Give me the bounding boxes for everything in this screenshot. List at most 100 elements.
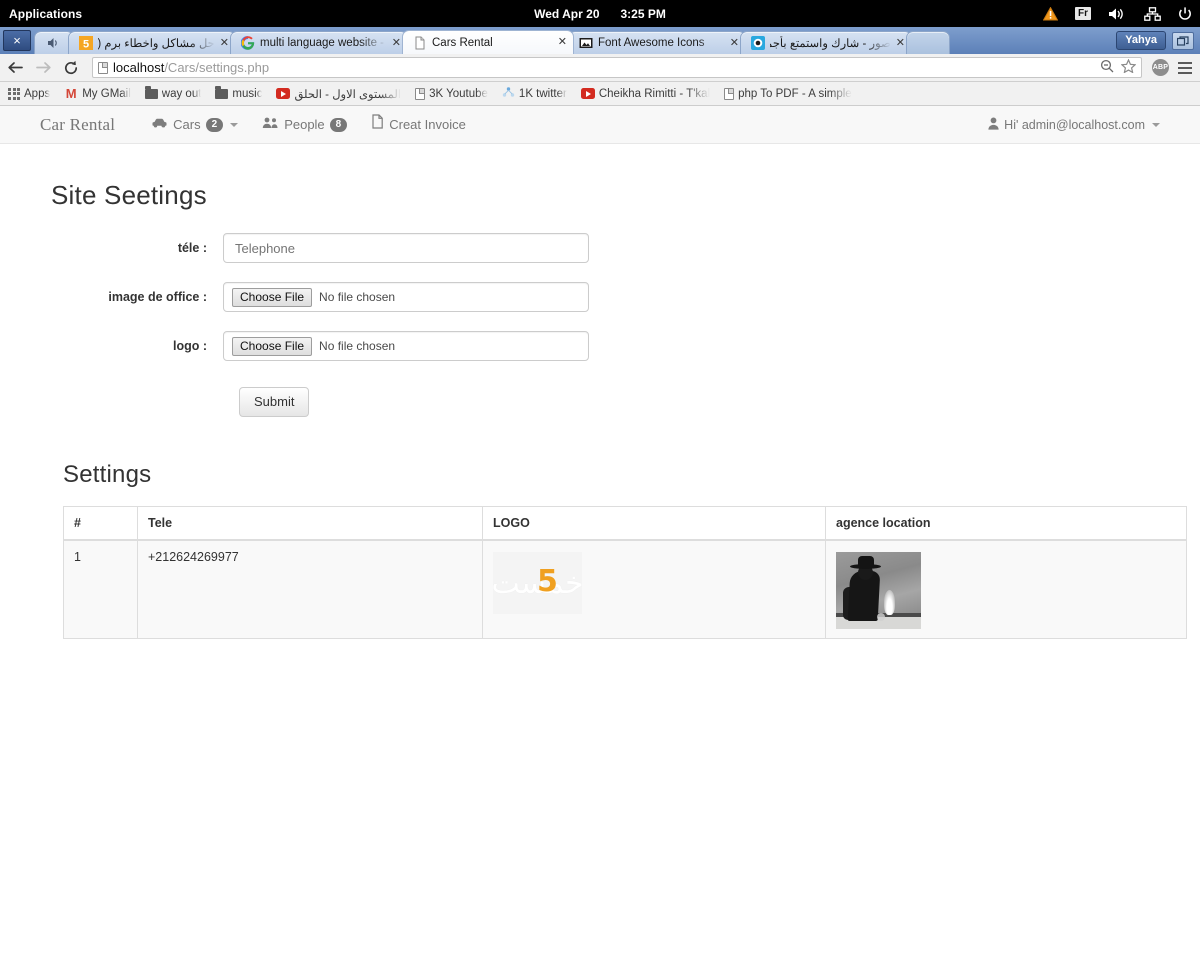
bookmark-mustawa-alawal[interactable]: المستوى الاول - الحلق	[276, 87, 401, 101]
submit-row: Submit	[223, 387, 1162, 417]
page-content: Site Seetings téle : image de office : C…	[25, 180, 1187, 639]
url-path: /Cars/settings.php	[164, 60, 270, 75]
applications-menu[interactable]: Applications	[0, 7, 82, 21]
svg-text:5: 5	[83, 38, 89, 50]
os-time: 3:25 PM	[620, 6, 666, 21]
bookmark-cheikha-rimitti[interactable]: Cheikha Rimitti - T'kal	[580, 88, 710, 100]
close-icon[interactable]: ✕	[730, 37, 739, 49]
folder-icon	[215, 86, 229, 99]
forward-button[interactable]	[34, 60, 52, 75]
logo-label: logo :	[172, 339, 207, 353]
page-viewport: Car Rental Cars 2 People 8 Creat Invoice…	[0, 106, 1200, 960]
os-date: Wed Apr 20	[534, 6, 600, 21]
bookmark-label: 3K Youtube	[429, 87, 488, 100]
bookmark-apps[interactable]: Apps	[8, 87, 50, 100]
photos-icon	[751, 36, 765, 50]
nav-item-cars[interactable]: Cars 2	[139, 106, 250, 144]
form-row-logo: logo : Choose File No file chosen	[38, 331, 1162, 361]
bookmark-way-out[interactable]: way out	[144, 86, 201, 100]
bookmark-music[interactable]: music	[215, 86, 263, 100]
logo-file-input[interactable]: Choose File No file chosen	[223, 331, 589, 361]
choose-file-button[interactable]: Choose File	[232, 336, 313, 356]
document-icon	[724, 87, 735, 100]
zoom-icon[interactable]	[1100, 59, 1114, 76]
power-icon[interactable]	[1178, 6, 1192, 21]
submit-button[interactable]: Submit	[239, 387, 310, 417]
office-image-file-input[interactable]: Choose File No file chosen	[223, 282, 589, 312]
os-top-panel: Applications Wed Apr 20 3:25 PM Fr	[0, 0, 1200, 27]
cell-tele: +212624269977	[137, 539, 483, 639]
twitter-dots-icon	[502, 86, 515, 101]
nav-badge-cars: 2	[205, 117, 224, 132]
browser-tab-title: Font Awesome Icons	[598, 37, 705, 49]
bookmark-label: 1K twitter	[518, 87, 567, 100]
bookmark-3k-youtube[interactable]: 3K Youtube	[415, 87, 488, 100]
browser-toolbar: localhost/Cars/settings.php ABP	[0, 54, 1200, 82]
browser-tab[interactable]: Font Awesome Icons ✕	[568, 31, 746, 54]
browser-tab-title: Cars Rental	[432, 36, 493, 49]
browser-tab[interactable]: 5 حل مشاكل واخطاء برم (9) ✕	[68, 31, 236, 54]
image-icon	[579, 36, 593, 50]
os-clock[interactable]: Wed Apr 20 3:25 PM	[0, 7, 1200, 21]
tele-label: téle :	[177, 241, 207, 255]
table-row: 1 +212624269977 خمست 5	[63, 539, 1187, 639]
document-icon	[413, 36, 427, 50]
bookmark-php-to-pdf[interactable]: php To PDF - A simple	[724, 87, 852, 100]
brand-link[interactable]: Car Rental	[40, 115, 115, 135]
photo-flame	[884, 590, 895, 615]
network-icon[interactable]	[1144, 6, 1161, 21]
browser-profile-chip[interactable]: Yahya	[1116, 31, 1166, 50]
volume-icon[interactable]	[1108, 7, 1127, 21]
adblock-plus-icon[interactable]: ABP	[1152, 59, 1169, 76]
chevron-down-icon	[1152, 122, 1160, 127]
url-text: localhost/Cars/settings.php	[113, 60, 269, 75]
close-icon[interactable]: ✕	[558, 37, 567, 48]
bookmark-1k-twitter[interactable]: 1K twitter	[502, 86, 567, 101]
user-menu[interactable]: Hi' admin@localhost.com	[988, 117, 1160, 133]
google-icon	[240, 36, 255, 50]
photo-hand	[877, 613, 885, 621]
hamburger-menu-icon[interactable]	[1178, 61, 1192, 74]
new-tab-button[interactable]	[906, 31, 950, 54]
nav-item-people[interactable]: People 8	[250, 106, 359, 144]
gmail-icon: M	[65, 86, 77, 101]
user-icon	[988, 117, 999, 133]
bookmark-label: music	[232, 87, 263, 100]
folder-icon	[144, 86, 158, 99]
five-orange-icon: 5	[79, 36, 93, 50]
table-header-row: # Tele LOGO agence location	[63, 506, 1187, 541]
nav-item-label: People	[284, 116, 325, 132]
cell-index: 1	[63, 539, 138, 639]
address-bar-actions	[1100, 58, 1137, 76]
window-close-button[interactable]: ×	[3, 30, 31, 51]
tele-input[interactable]	[223, 233, 589, 263]
people-icon	[262, 106, 279, 144]
bookmark-star-icon[interactable]	[1120, 58, 1137, 76]
app-navbar: Car Rental Cars 2 People 8 Creat Invoice…	[0, 106, 1200, 144]
browser-tab-title: multi language website - G	[260, 37, 387, 49]
close-icon[interactable]: ✕	[220, 37, 229, 49]
window-restore-button[interactable]	[1172, 31, 1194, 50]
close-icon[interactable]: ✕	[896, 37, 905, 49]
bookmark-my-gmail[interactable]: M My GMail	[64, 86, 131, 101]
address-bar[interactable]: localhost/Cars/settings.php	[92, 57, 1142, 78]
invoice-icon	[371, 106, 384, 144]
choose-file-button[interactable]: Choose File	[232, 287, 313, 307]
fr-keyboard-layout-icon[interactable]: Fr	[1075, 7, 1091, 20]
nav-item-label: Cars	[173, 116, 201, 132]
back-button[interactable]	[6, 60, 24, 75]
browser-tab[interactable]: multi language website - G ✕	[230, 31, 408, 54]
nav-item-creat-invoice[interactable]: Creat Invoice	[359, 106, 478, 144]
column-header-tele: Tele	[137, 506, 483, 541]
browser-tab[interactable]: صور - شارك واستمتع بأجما ✕	[740, 31, 912, 54]
reload-button[interactable]	[62, 60, 80, 76]
os-system-tray: Fr	[1043, 6, 1192, 21]
office-image-label: image de office :	[108, 290, 207, 304]
warning-icon[interactable]	[1043, 6, 1058, 21]
column-header-index: #	[63, 506, 138, 541]
close-icon[interactable]: ✕	[392, 37, 401, 49]
speaker-icon	[47, 36, 61, 50]
settings-table: # Tele LOGO agence location 1 +212624269…	[63, 506, 1187, 639]
browser-tab-active[interactable]: Cars Rental ✕	[402, 30, 574, 54]
nav-item-label: Creat Invoice	[389, 116, 466, 132]
